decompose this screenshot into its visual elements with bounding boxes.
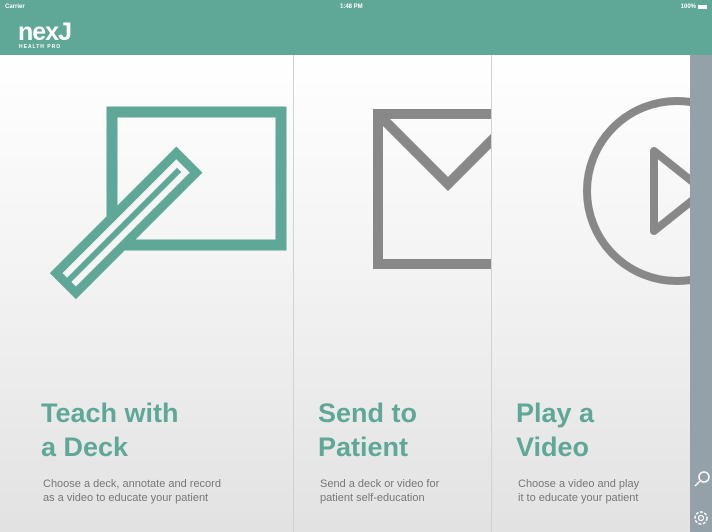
search-icon[interactable] bbox=[690, 468, 712, 490]
teach-deck-desc-line2: as a video to educate your patient bbox=[43, 492, 209, 504]
play-video-desc-line2: it to educate your patient bbox=[518, 492, 639, 504]
gear-icon[interactable] bbox=[690, 507, 712, 529]
send-patient-title-line2: Patient bbox=[318, 432, 409, 462]
deck-pencil-icon bbox=[49, 106, 287, 300]
send-patient-desc-line1: Send a deck or video for bbox=[320, 478, 440, 490]
teach-with-deck-card[interactable]: Teach with a Deck Choose a deck, annotate… bbox=[0, 55, 294, 532]
play-video-desc-line1: Choose a video and play bbox=[518, 478, 640, 490]
teach-deck-title-line1: Teach with bbox=[41, 398, 179, 428]
send-to-patient-card[interactable]: Send to Patient Send a deck or video for p… bbox=[294, 55, 492, 532]
app-logo-subtitle: HEALTH PRO bbox=[19, 44, 62, 50]
teach-deck-description: Choose a deck, annotate and record as a v… bbox=[43, 477, 283, 505]
send-patient-description: Send a deck or video for patient self-edu… bbox=[320, 477, 485, 505]
send-patient-title-line1: Send to bbox=[318, 398, 417, 428]
app-logo: nexJ bbox=[18, 18, 72, 46]
play-video-title-line1: Play a bbox=[516, 398, 595, 428]
teach-deck-desc-line1: Choose a deck, annotate and record bbox=[43, 478, 221, 490]
battery-icon bbox=[698, 5, 707, 9]
play-video-card[interactable]: Play a Video Choose a video and play it to… bbox=[492, 55, 691, 532]
status-time: 1:48 PM bbox=[340, 4, 363, 10]
send-patient-title: Send to Patient bbox=[318, 396, 488, 464]
send-patient-desc-line2: patient self-education bbox=[320, 492, 425, 504]
envelope-icon bbox=[373, 109, 491, 269]
top-bar: Carrier 1:48 PM 100% nexJ HEALTH PRO bbox=[0, 0, 712, 55]
battery-label: 100% bbox=[680, 4, 696, 10]
play-video-title-line2: Video bbox=[516, 432, 590, 462]
right-sidebar bbox=[690, 55, 712, 532]
play-icon bbox=[583, 97, 690, 285]
teach-deck-title-line2: a Deck bbox=[41, 432, 129, 462]
teach-deck-title: Teach with a Deck bbox=[41, 396, 281, 464]
play-video-description: Choose a video and play it to educate you… bbox=[518, 477, 683, 505]
carrier-label: Carrier bbox=[5, 4, 25, 10]
play-video-title: Play a Video bbox=[516, 396, 686, 464]
